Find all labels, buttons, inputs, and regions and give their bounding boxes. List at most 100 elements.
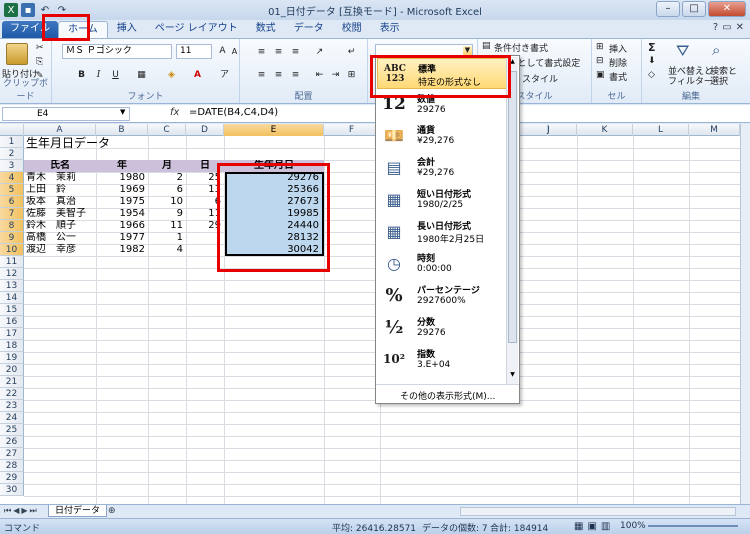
- row-header[interactable]: 26: [0, 436, 24, 448]
- column-header-b[interactable]: B: [96, 124, 148, 136]
- row-header[interactable]: 28: [0, 460, 24, 472]
- dropdown-scrollbar[interactable]: ▲ ▼: [506, 57, 518, 384]
- number-format-item[interactable]: ▦ 短い日付形式 1980/2/25: [377, 184, 509, 215]
- column-header-l[interactable]: L: [633, 124, 689, 136]
- font-size-select[interactable]: 11: [176, 44, 212, 59]
- cut-icon[interactable]: ✂: [36, 43, 44, 53]
- number-format-item[interactable]: ▦ 長い日付形式 1980年2月25日: [377, 216, 509, 247]
- tab-review[interactable]: 校閲: [333, 21, 371, 38]
- zoom-level[interactable]: 100%: [620, 521, 646, 531]
- row-header[interactable]: 19: [0, 352, 24, 364]
- number-format-item[interactable]: ◷ 時刻 0:00:00: [377, 248, 509, 279]
- row-header[interactable]: 2: [0, 148, 24, 160]
- underline-button[interactable]: U: [108, 68, 123, 82]
- column-header-k[interactable]: K: [577, 124, 633, 136]
- dropdown-scroll-thumb[interactable]: [508, 71, 517, 343]
- row-header[interactable]: 8: [0, 220, 24, 232]
- outdent-icon[interactable]: ⇥: [328, 68, 343, 82]
- year-cell[interactable]: 1982: [96, 244, 148, 256]
- sort-filter-button[interactable]: 並べ替えと フィルター: [668, 67, 713, 87]
- row-header[interactable]: 29: [0, 472, 24, 484]
- header-cell-month[interactable]: 月: [148, 160, 186, 172]
- month-cell[interactable]: 4: [148, 244, 186, 256]
- italic-button[interactable]: I: [91, 68, 106, 82]
- name-cell[interactable]: 青木 茉莉: [26, 172, 96, 184]
- sheet-nav-icons[interactable]: ⏮◀▶⏭: [4, 506, 39, 516]
- year-cell[interactable]: 1954: [96, 208, 148, 220]
- formula-input[interactable]: =DATE(B4,C4,D4): [189, 107, 278, 118]
- phonetic-icon[interactable]: ア: [217, 68, 232, 82]
- column-header-c[interactable]: C: [148, 124, 186, 136]
- row-header[interactable]: 7: [0, 208, 24, 220]
- month-cell[interactable]: 2: [148, 172, 186, 184]
- align-center-icon[interactable]: ≡: [271, 68, 286, 82]
- row-header[interactable]: 17: [0, 328, 24, 340]
- row-header[interactable]: 20: [0, 364, 24, 376]
- font-color-icon[interactable]: A: [190, 68, 205, 82]
- copy-icon[interactable]: ⎘: [36, 57, 43, 67]
- row-header[interactable]: 18: [0, 340, 24, 352]
- name-cell[interactable]: 佐藤 美智子: [26, 208, 96, 220]
- column-header-f[interactable]: F: [324, 124, 380, 136]
- row-header[interactable]: 5: [0, 184, 24, 196]
- row-header[interactable]: 4: [0, 172, 24, 184]
- name-box-dropdown-icon[interactable]: ▼: [120, 108, 125, 116]
- insert-cells-button[interactable]: 挿入: [609, 42, 627, 55]
- border-icon[interactable]: ▦: [134, 68, 149, 82]
- number-format-item[interactable]: ½ 分数 29276: [377, 312, 509, 343]
- row-header[interactable]: 15: [0, 304, 24, 316]
- row-header[interactable]: 3: [0, 160, 24, 172]
- row-header[interactable]: 1: [0, 136, 24, 148]
- paste-icon[interactable]: [6, 43, 28, 65]
- close-workbook-icon[interactable]: ✕: [736, 22, 744, 33]
- row-header[interactable]: 14: [0, 292, 24, 304]
- more-number-formats-link[interactable]: その他の表示形式(M)...: [400, 389, 495, 402]
- number-format-item[interactable]: 10² 指数 3.E+04: [377, 344, 509, 375]
- header-cell-year[interactable]: 年: [96, 160, 148, 172]
- row-header[interactable]: 6: [0, 196, 24, 208]
- row-header[interactable]: 24: [0, 412, 24, 424]
- column-header-m[interactable]: M: [689, 124, 740, 136]
- column-header-j[interactable]: J: [521, 124, 577, 136]
- indent-icon[interactable]: ⇤: [312, 68, 327, 82]
- row-header[interactable]: 13: [0, 280, 24, 292]
- row-header[interactable]: 25: [0, 424, 24, 436]
- vertical-scrollbar[interactable]: [740, 124, 750, 504]
- wrap-text-icon[interactable]: ↵: [344, 45, 359, 59]
- cell-styles-button[interactable]: スタイル: [522, 72, 558, 85]
- fill-color-icon[interactable]: ◈: [164, 68, 179, 82]
- row-header[interactable]: 11: [0, 256, 24, 268]
- autosum-icon[interactable]: Σ: [648, 41, 656, 54]
- year-cell[interactable]: 1980: [96, 172, 148, 184]
- tab-page-layout[interactable]: ページ レイアウト: [146, 21, 247, 38]
- year-cell[interactable]: 1975: [96, 196, 148, 208]
- tab-formulas[interactable]: 数式: [247, 21, 285, 38]
- name-cell[interactable]: 渡辺 幸彦: [26, 244, 96, 256]
- month-cell[interactable]: 6: [148, 184, 186, 196]
- delete-cells-button[interactable]: 削除: [609, 56, 627, 69]
- name-box[interactable]: E4: [2, 107, 130, 121]
- view-buttons-icons[interactable]: ▦▣▥: [574, 521, 614, 532]
- align-right-icon[interactable]: ≡: [288, 68, 303, 82]
- tab-data[interactable]: データ: [285, 21, 333, 38]
- row-header[interactable]: 21: [0, 376, 24, 388]
- row-header[interactable]: 9: [0, 232, 24, 244]
- minimize-button[interactable]: –: [656, 1, 680, 17]
- row-header[interactable]: 10: [0, 244, 24, 256]
- month-cell[interactable]: 1: [148, 232, 186, 244]
- year-cell[interactable]: 1969: [96, 184, 148, 196]
- close-button[interactable]: ✕: [708, 1, 746, 17]
- column-header-d[interactable]: D: [186, 124, 224, 136]
- align-middle-icon[interactable]: ≡: [271, 45, 286, 59]
- align-left-icon[interactable]: ≡: [254, 68, 269, 82]
- number-format-item[interactable]: % パーセンテージ 2927600%: [377, 280, 509, 311]
- sheet-title-cell[interactable]: 生年月日データ: [26, 136, 110, 150]
- name-cell[interactable]: 鈴木 順子: [26, 220, 96, 232]
- month-cell[interactable]: 10: [148, 196, 186, 208]
- insert-function-button[interactable]: fx: [170, 107, 179, 118]
- column-header-e[interactable]: E: [224, 124, 324, 136]
- name-cell[interactable]: 上田 鈴: [26, 184, 96, 196]
- row-header[interactable]: 12: [0, 268, 24, 280]
- new-sheet-icon[interactable]: ⊕: [108, 506, 116, 516]
- sheet-tab-active[interactable]: 日付データ: [48, 505, 108, 517]
